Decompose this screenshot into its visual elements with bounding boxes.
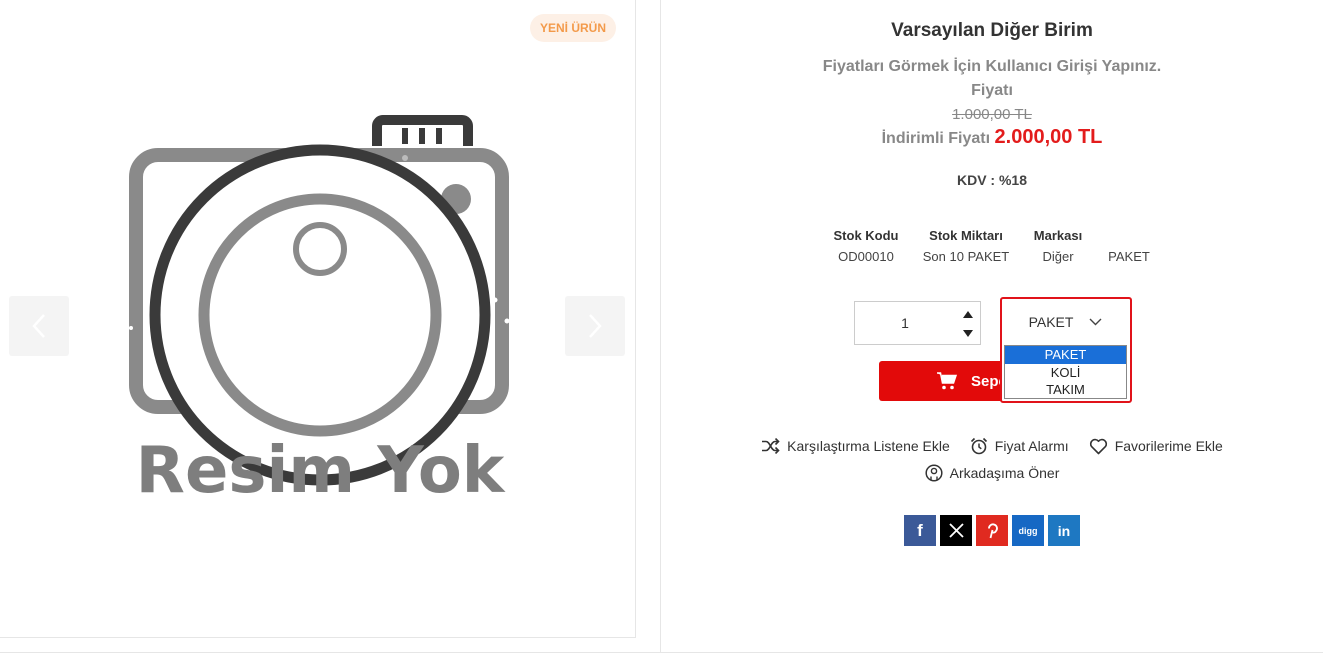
stock-qty-column: Stok Miktarı Son 10 PAKET — [916, 228, 1016, 264]
login-required-note: Fiyatları Görmek İçin Kullanıcı Girişi Y… — [822, 58, 1162, 75]
quantity-stepper — [854, 301, 981, 345]
new-product-badge: YENİ ÜRÜN — [530, 14, 616, 42]
alarm-clock-icon — [970, 437, 987, 455]
heart-icon — [1089, 438, 1107, 454]
unit-select-value: PAKET — [1028, 314, 1074, 330]
recommend-to-friend-link[interactable]: Arkadaşıma Öner — [925, 464, 1060, 482]
product-actions: Karşılaştırma Listene Ekle Fiyat Alarmı … — [661, 436, 1323, 490]
shuffle-icon — [762, 438, 780, 454]
facebook-share-button[interactable]: f — [904, 515, 936, 546]
pinterest-icon — [987, 523, 998, 539]
caret-down-icon — [963, 329, 973, 337]
old-price: 1.000,00 TL — [952, 106, 1032, 123]
recommend-label: Arkadaşıma Öner — [949, 465, 1060, 481]
brand-value: Diğer — [1042, 249, 1074, 264]
caret-up-icon — [963, 310, 973, 318]
stock-code-header: Stok Kodu — [833, 228, 899, 243]
discount-price-row: İndirimli Fiyatı 2.000,00 TL — [661, 126, 1323, 149]
unit-column: PAKET — [1099, 228, 1159, 264]
cart-icon — [937, 372, 957, 390]
facebook-icon: f — [917, 520, 923, 540]
product-title: Varsayılan Diğer Birim — [891, 20, 1093, 41]
product-info: Varsayılan Diğer Birim Fiyatları Görmek … — [661, 0, 1323, 652]
discount-price: 2.000,00 TL — [994, 126, 1103, 148]
product-gallery: YENİ ÜRÜN Resim Yok — [0, 0, 636, 638]
linkedin-share-button[interactable]: in — [1048, 515, 1080, 546]
gallery-prev-button[interactable] — [9, 296, 69, 356]
unit-select-highlight: PAKET PAKET KOLİ TAKIM — [1000, 297, 1132, 403]
linkedin-icon: in — [1057, 522, 1071, 539]
x-icon — [948, 523, 964, 538]
user-circle-icon — [925, 464, 943, 482]
no-image-text: Resim Yok — [136, 434, 506, 508]
stock-info-table: Stok Kodu OD00010 Stok Miktarı Son 10 PA… — [661, 228, 1323, 268]
gallery-next-button[interactable] — [565, 296, 625, 356]
chevron-down-icon — [1089, 318, 1102, 326]
quantity-increase-button[interactable] — [959, 305, 977, 323]
favorites-label: Favorilerime Ekle — [1114, 438, 1223, 454]
compare-label: Karşılaştırma Listene Ekle — [787, 438, 950, 454]
digg-icon: digg — [1018, 525, 1038, 536]
stock-qty-header: Stok Miktarı — [929, 228, 1003, 243]
unit-option-koli[interactable]: KOLİ — [1005, 364, 1126, 382]
stock-code-value: OD00010 — [838, 249, 894, 264]
price-alarm-link[interactable]: Fiyat Alarmı — [970, 437, 1069, 455]
unit-select[interactable]: PAKET — [1004, 301, 1127, 343]
pinterest-share-button[interactable] — [976, 515, 1008, 546]
price-label: Fiyatı — [971, 82, 1013, 99]
quantity-input[interactable] — [855, 302, 955, 344]
discount-label: İndirimli Fiyatı — [881, 130, 991, 147]
brand-header: Markası — [1033, 228, 1083, 243]
chevron-left-icon — [32, 314, 45, 338]
chevron-right-icon — [589, 314, 602, 338]
add-to-favorites-link[interactable]: Favorilerime Ekle — [1089, 438, 1223, 455]
product-page: YENİ ÜRÜN Resim Yok Varsayılan Diğer Bir… — [0, 0, 1323, 655]
price-alarm-label: Fiyat Alarmı — [994, 438, 1069, 454]
digg-share-button[interactable]: digg — [1012, 515, 1044, 546]
stock-qty-value: Son 10 PAKET — [922, 249, 1010, 264]
unit-option-takim[interactable]: TAKIM — [1005, 381, 1126, 399]
quantity-decrease-button[interactable] — [959, 324, 977, 342]
brand-column: Markası Diğer — [1023, 228, 1093, 264]
bottom-divider — [0, 652, 1323, 653]
unit-option-paket[interactable]: PAKET — [1005, 346, 1126, 364]
x-share-button[interactable] — [940, 515, 972, 546]
unit-value: PAKET — [1108, 249, 1150, 264]
social-share-bar: f digg in — [904, 515, 1080, 546]
vat-info: KDV : %18 — [956, 172, 1028, 188]
camera-placeholder-icon: Resim Yok — [129, 115, 510, 508]
stock-code-column: Stok Kodu OD00010 — [826, 228, 906, 264]
compare-link[interactable]: Karşılaştırma Listene Ekle — [761, 438, 950, 454]
unit-options-list: PAKET KOLİ TAKIM — [1004, 345, 1127, 399]
